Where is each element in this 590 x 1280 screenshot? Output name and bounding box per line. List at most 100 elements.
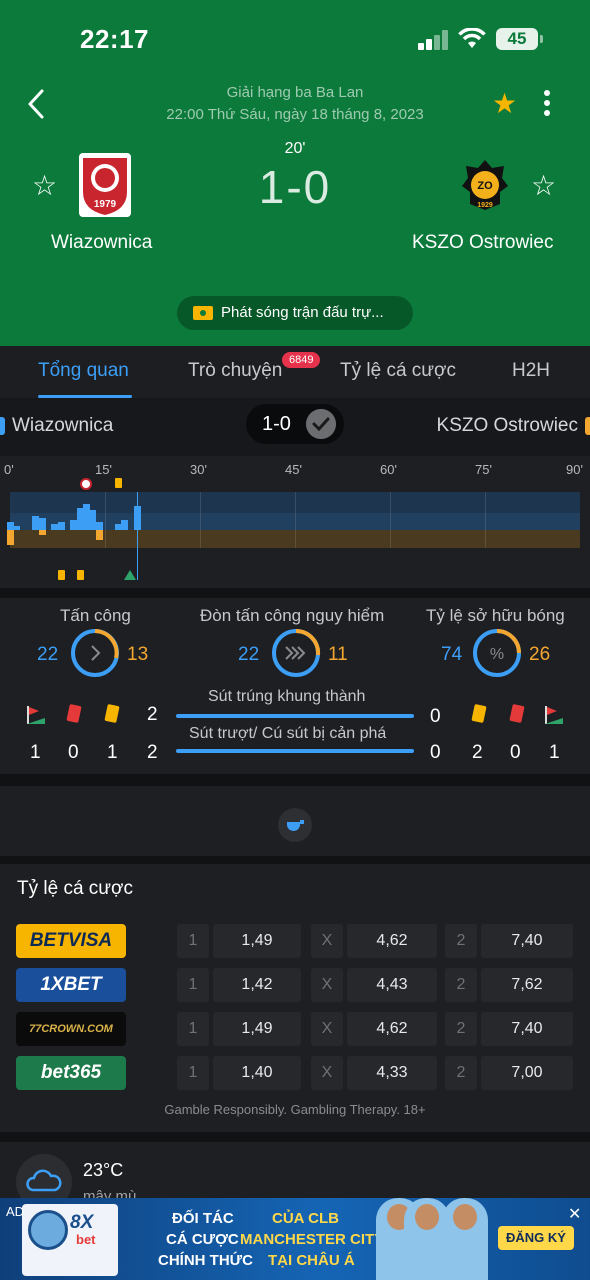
odds-home-value[interactable]: 1,49: [213, 924, 301, 958]
tab-h2h[interactable]: H2H: [512, 360, 550, 382]
odds-draw-value[interactable]: 4,62: [347, 924, 437, 958]
favorite-star-icon[interactable]: ★: [492, 90, 517, 118]
possession-home: 74: [441, 644, 463, 665]
chat-count-badge: 6849: [282, 352, 321, 368]
odds-draw-label: X: [311, 968, 343, 1002]
svg-text:ZO: ZO: [477, 180, 493, 192]
home-yellow-card-icon: [104, 703, 120, 724]
ad-tag: AD: [6, 1204, 25, 1219]
odds-away-value[interactable]: 7,62: [481, 968, 573, 1002]
attack-home: 22: [37, 644, 59, 665]
ad-player-image: [442, 1198, 488, 1280]
timeline-tick-label: 15': [95, 462, 112, 477]
attack-label: Tấn công: [60, 606, 131, 625]
odds-home-value[interactable]: 1,40: [213, 1056, 301, 1090]
tab-bar: Tổng quan Trò chuyện 6849 Tỷ lệ cá cược …: [0, 346, 590, 398]
bookmaker-logo[interactable]: bet365: [16, 1056, 126, 1090]
bookmaker-logo[interactable]: BETVISA: [16, 924, 126, 958]
odds-row[interactable]: 1XBET 1 1,42 X 4,43 2 7,62: [0, 968, 590, 1002]
match-momentum-timeline[interactable]: 0' 15' 30' 45' 60' 75' 90': [0, 456, 590, 588]
home-red-card-icon: [66, 703, 82, 724]
odds-away-value[interactable]: 7,40: [481, 924, 573, 958]
odds-draw-value[interactable]: 4,33: [347, 1056, 437, 1090]
odds-row[interactable]: BETVISA 1 1,49 X 4,62 2 7,40: [0, 924, 590, 958]
home-yellow-count: 1: [107, 742, 118, 763]
odds-draw-value[interactable]: 4,62: [347, 1012, 437, 1046]
mini-away-team: KSZO Ostrowiec: [436, 415, 590, 436]
odds-away-label: 2: [445, 1056, 477, 1090]
possession-ring-icon: %: [473, 629, 521, 677]
odds-title: Tỷ lệ cá cược: [17, 878, 133, 899]
whistle-icon: [278, 808, 312, 842]
tab-odds[interactable]: Tỷ lệ cá cược: [340, 360, 456, 382]
ad-register-button[interactable]: ĐĂNG KÝ: [498, 1226, 574, 1250]
battery-indicator: 45: [496, 28, 543, 50]
on-target-label: Sút trúng khung thành: [208, 688, 366, 705]
timeline-grid-line: [200, 492, 201, 548]
away-corner-event-icon: [124, 570, 137, 580]
off-target-home: 2: [147, 742, 158, 763]
bookmaker-logo[interactable]: 77CROWN.COM: [16, 1012, 126, 1046]
home-team-name[interactable]: Wiazownica: [51, 232, 152, 254]
tab-chat[interactable]: Trò chuyện: [188, 360, 282, 382]
timeline-tick-label: 75': [475, 462, 492, 477]
mini-home-team: Wiazownica: [0, 415, 114, 436]
odds-away-label: 2: [445, 924, 477, 958]
match-detail-screen: 22:17 45 Giải hạng ba Ba Lan 22:00 Thứ S…: [0, 0, 590, 1280]
timeline-grid-line: [390, 492, 391, 548]
dangerous-home: 22: [238, 644, 260, 665]
match-header: 22:17 45 Giải hạng ba Ba Lan 22:00 Thứ S…: [0, 0, 590, 346]
odds-draw-label: X: [311, 1012, 343, 1046]
club-crest-icon: [28, 1210, 68, 1250]
away-yellow-count: 2: [472, 742, 483, 763]
bookmaker-logo[interactable]: 1XBET: [16, 968, 126, 1002]
tv-icon: [193, 306, 213, 320]
ad-brand-sub: bet: [76, 1232, 96, 1247]
odds-home-label: 1: [177, 1056, 209, 1090]
timeline-tick-label: 90': [566, 462, 583, 477]
ad-line-4: CỦA CLB: [272, 1210, 339, 1227]
odds-row[interactable]: 77CROWN.COM 1 1,49 X 4,62 2 7,40: [0, 1012, 590, 1046]
wifi-icon: [458, 28, 486, 48]
odds-away-value[interactable]: 7,40: [481, 1012, 573, 1046]
odds-away-value[interactable]: 7,00: [481, 1056, 573, 1090]
odds-draw-value[interactable]: 4,43: [347, 968, 437, 1002]
home-pressure-bar: [13, 526, 21, 530]
away-yellow-card-event-icon: [57, 570, 65, 580]
away-team-logo[interactable]: ZO 1929: [460, 158, 510, 212]
on-target-away: 0: [430, 706, 441, 727]
more-options-icon[interactable]: [540, 90, 554, 120]
possession-label: Tỷ lệ sở hữu bóng: [426, 606, 565, 625]
home-yellow-card-event-icon: [114, 478, 122, 488]
odds-home-value[interactable]: 1,42: [213, 968, 301, 1002]
odds-home-label: 1: [177, 968, 209, 1002]
ad-brand-logo: 8X bet: [22, 1204, 118, 1276]
live-broadcast-button[interactable]: Phát sóng trận đấu trự...: [177, 296, 413, 330]
away-yellow-card-icon: [471, 703, 487, 724]
timeline-grid-line: [485, 492, 486, 548]
away-corners-count: 1: [549, 742, 560, 763]
away-pressure-bar: [7, 530, 14, 545]
attack-away: 13: [127, 644, 149, 665]
possession-away: 26: [529, 644, 551, 665]
away-corner-flag-icon: [545, 706, 563, 724]
odds-section: Tỷ lệ cá cược Gamble Responsibly. Gambli…: [0, 864, 590, 1132]
odds-draw-label: X: [311, 1056, 343, 1090]
gamble-disclaimer[interactable]: Gamble Responsibly. Gambling Therapy. 18…: [0, 1102, 590, 1117]
attack-ring-icon: [71, 629, 119, 677]
dangerous-away: 11: [328, 644, 348, 665]
ad-line-5: MANCHESTER CITY: [240, 1231, 385, 1248]
dangerous-attack-label: Đòn tấn công nguy hiểm: [200, 606, 385, 625]
ad-line-3: CHÍNH THỨC: [158, 1252, 253, 1269]
ad-banner[interactable]: 8X bet AD ĐỐI TÁC CÁ CƯỢC CHÍNH THỨC CỦA…: [0, 1198, 590, 1280]
follow-away-star-icon[interactable]: ☆: [531, 172, 556, 200]
ad-close-icon[interactable]: ✕: [568, 1204, 581, 1224]
away-red-count: 0: [510, 742, 521, 763]
odds-away-label: 2: [445, 1012, 477, 1046]
tab-overview[interactable]: Tổng quan: [38, 360, 129, 382]
away-team-name[interactable]: KSZO Ostrowiec: [412, 232, 553, 254]
dangerous-attack-ring-icon: [272, 628, 321, 677]
odds-home-label: 1: [177, 1012, 209, 1046]
odds-home-value[interactable]: 1,49: [213, 1012, 301, 1046]
odds-row[interactable]: bet365 1 1,40 X 4,33 2 7,00: [0, 1056, 590, 1090]
